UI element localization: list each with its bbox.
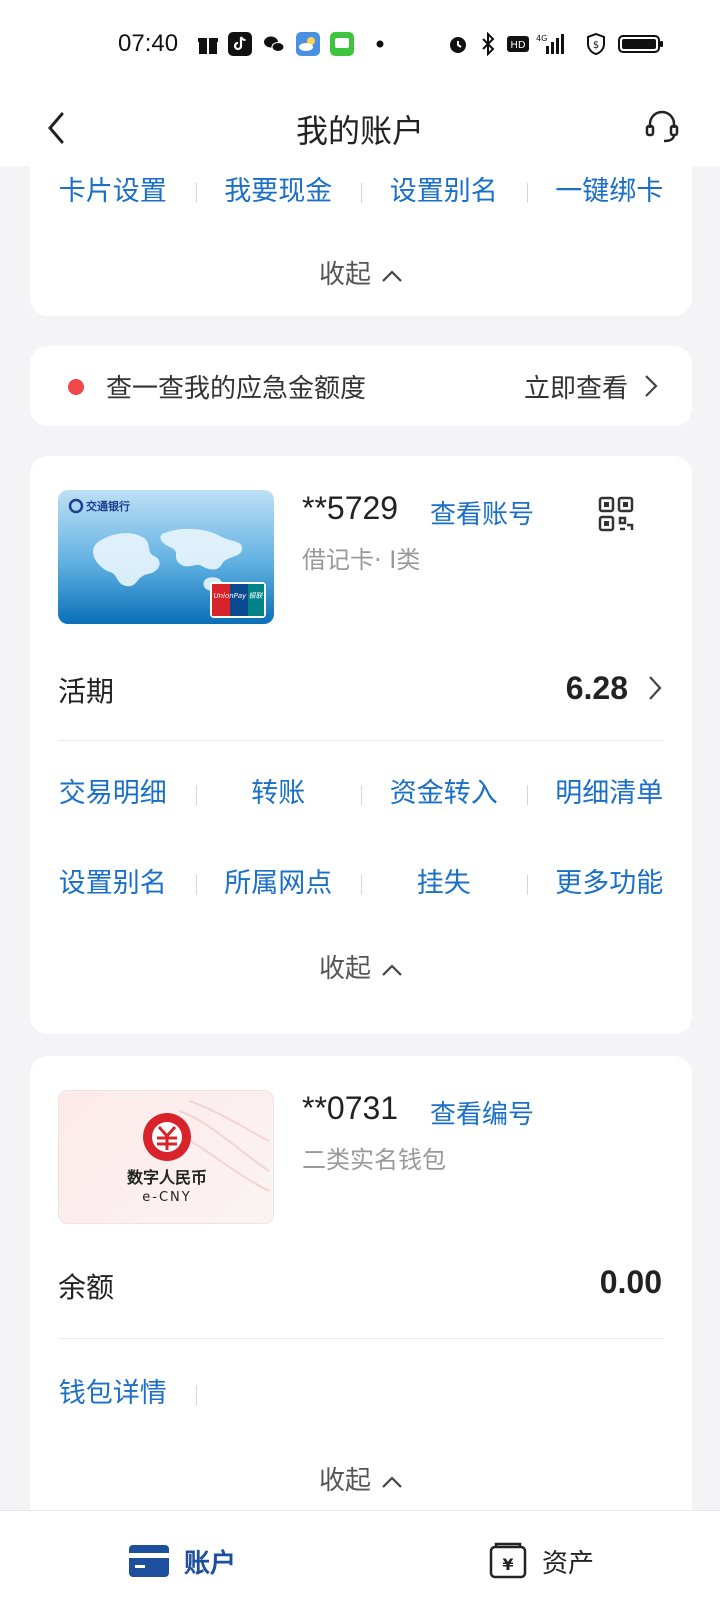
- empty-slot: [195, 1374, 362, 1414]
- collapse-label: 收起: [318, 954, 371, 984]
- chevron-up-icon: [382, 269, 402, 282]
- wallet-details-button[interactable]: 钱包详情: [30, 1374, 196, 1414]
- chevron-right-icon: [649, 676, 662, 700]
- top-card-actions: 卡片设置 我要现金 设置别名 一键绑卡: [30, 172, 692, 212]
- bocom-card-art: 交通银行 UnionPay 银联: [58, 490, 274, 624]
- transfer-button[interactable]: 转账: [195, 774, 362, 814]
- tab-assets[interactable]: ¥ 资产: [488, 1539, 594, 1583]
- card-icon: [129, 1545, 169, 1577]
- qr-code-icon[interactable]: [598, 496, 634, 532]
- wechat-icon: [264, 36, 285, 52]
- chevron-up-icon: [382, 1475, 402, 1488]
- collapse-label: 收起: [318, 260, 371, 290]
- ecny-logo-cn: 数字人民币: [127, 1168, 207, 1187]
- collapse-label: 收起: [318, 1466, 371, 1496]
- debit-card-panel: 交通银行 UnionPay 银联 **5729 查看账号 借记卡· I类 活期 …: [30, 456, 692, 1034]
- debit-actions-row-1: 交易明细 转账 资金转入 明细清单: [30, 774, 692, 814]
- one-click-bind-button[interactable]: 一键绑卡: [526, 172, 693, 212]
- top-card: 卡片设置 我要现金 设置别名 一键绑卡 收起: [30, 150, 692, 316]
- ecny-wallet-type: 二类实名钱包: [302, 1146, 446, 1174]
- tab-accounts-label: 账户: [184, 1548, 237, 1579]
- current-balance-row[interactable]: 6.28: [566, 666, 662, 710]
- ecny-card-image: 数字人民币 e-CNY: [58, 1090, 274, 1224]
- gift-icon: [198, 38, 218, 54]
- status-time: 07:40: [118, 30, 179, 57]
- debit-card-collapse[interactable]: 收起: [30, 948, 692, 985]
- get-cash-button[interactable]: 我要现金: [195, 172, 362, 212]
- card-bank-name: 交通银行: [86, 499, 130, 513]
- debit-account-number: **5729: [302, 490, 399, 526]
- branch-button[interactable]: 所属网点: [195, 864, 362, 904]
- emergency-fund-banner[interactable]: 查一查我的应急金额度 立即查看: [30, 346, 692, 426]
- tab-accounts[interactable]: 账户: [128, 1539, 236, 1583]
- bank-card-image: 交通银行 UnionPay 银联: [58, 490, 274, 624]
- current-balance-value: 6.28: [565, 669, 628, 706]
- debit-card-type: 借记卡· I类: [302, 546, 421, 574]
- empty-slot: [527, 1374, 693, 1414]
- bluetooth-icon: [482, 32, 495, 56]
- current-balance-label: 活期: [58, 675, 115, 708]
- wallet-balance-label: 余额: [58, 1271, 115, 1304]
- debit-actions-row-2: 设置别名 所属网点 挂失 更多功能: [30, 864, 692, 904]
- ecny-logo-en: e-CNY: [142, 1190, 191, 1205]
- hd-icon: HD: [507, 36, 529, 52]
- more-dot-icon: [376, 40, 384, 48]
- ecny-card-art: 数字人民币 e-CNY: [127, 1100, 270, 1205]
- svg-text:¥: ¥: [502, 1555, 513, 1574]
- chevron-right-icon: [645, 375, 658, 397]
- tiktok-icon: [228, 32, 252, 56]
- set-alias-button[interactable]: 设置别名: [361, 172, 527, 212]
- status-bar: 07:40 HD 4G $: [0, 0, 720, 92]
- transaction-details-button[interactable]: 交易明细: [30, 774, 196, 814]
- page-title: 我的账户: [295, 112, 424, 150]
- divider: [58, 740, 664, 741]
- fund-transfer-in-button[interactable]: 资金转入: [361, 774, 527, 814]
- card-network: UnionPay 银联: [213, 592, 263, 600]
- set-alias-button[interactable]: 设置别名: [30, 864, 196, 904]
- more-functions-button[interactable]: 更多功能: [526, 864, 693, 904]
- message-icon: [330, 32, 354, 56]
- view-wallet-number-link[interactable]: 查看编号: [430, 1094, 534, 1131]
- shield-icon: $: [587, 32, 605, 56]
- card-settings-button[interactable]: 卡片设置: [30, 172, 196, 212]
- svg-text:4G: 4G: [536, 34, 547, 43]
- ecny-wallet-panel: 数字人民币 e-CNY **0731 查看编号 二类实名钱包 余额 0.00 钱…: [30, 1056, 692, 1556]
- divider: [58, 1338, 664, 1339]
- empty-slot: [361, 1374, 527, 1414]
- wallet-balance-value: 0.00: [599, 1264, 662, 1300]
- weather-icon: [296, 32, 320, 56]
- alarm-icon: [450, 37, 466, 53]
- notice-dot: [68, 379, 84, 395]
- svg-text:HD: HD: [510, 40, 526, 51]
- view-account-number-link[interactable]: 查看账号: [430, 494, 534, 531]
- bottom-tab-bar: 账户 ¥ 资产: [0, 1510, 720, 1612]
- chevron-up-icon: [382, 963, 402, 976]
- report-loss-button[interactable]: 挂失: [361, 864, 527, 904]
- battery-icon: [618, 35, 663, 53]
- assets-wallet-icon: ¥: [489, 1542, 527, 1579]
- customer-service-icon[interactable]: [642, 106, 682, 146]
- signal-4g-icon: 4G: [536, 34, 564, 54]
- check-now-link[interactable]: 立即查看: [524, 368, 628, 405]
- ecny-actions-row: 钱包详情: [30, 1374, 692, 1414]
- ecny-collapse[interactable]: 收起: [30, 1460, 692, 1497]
- top-card-collapse[interactable]: 收起: [30, 254, 692, 291]
- emergency-text: 查一查我的应急金额度: [106, 374, 367, 404]
- tab-assets-label: 资产: [542, 1548, 595, 1579]
- statement-list-button[interactable]: 明细清单: [526, 774, 693, 814]
- svg-text:$: $: [593, 40, 599, 51]
- ecny-wallet-number: **0731: [302, 1090, 399, 1126]
